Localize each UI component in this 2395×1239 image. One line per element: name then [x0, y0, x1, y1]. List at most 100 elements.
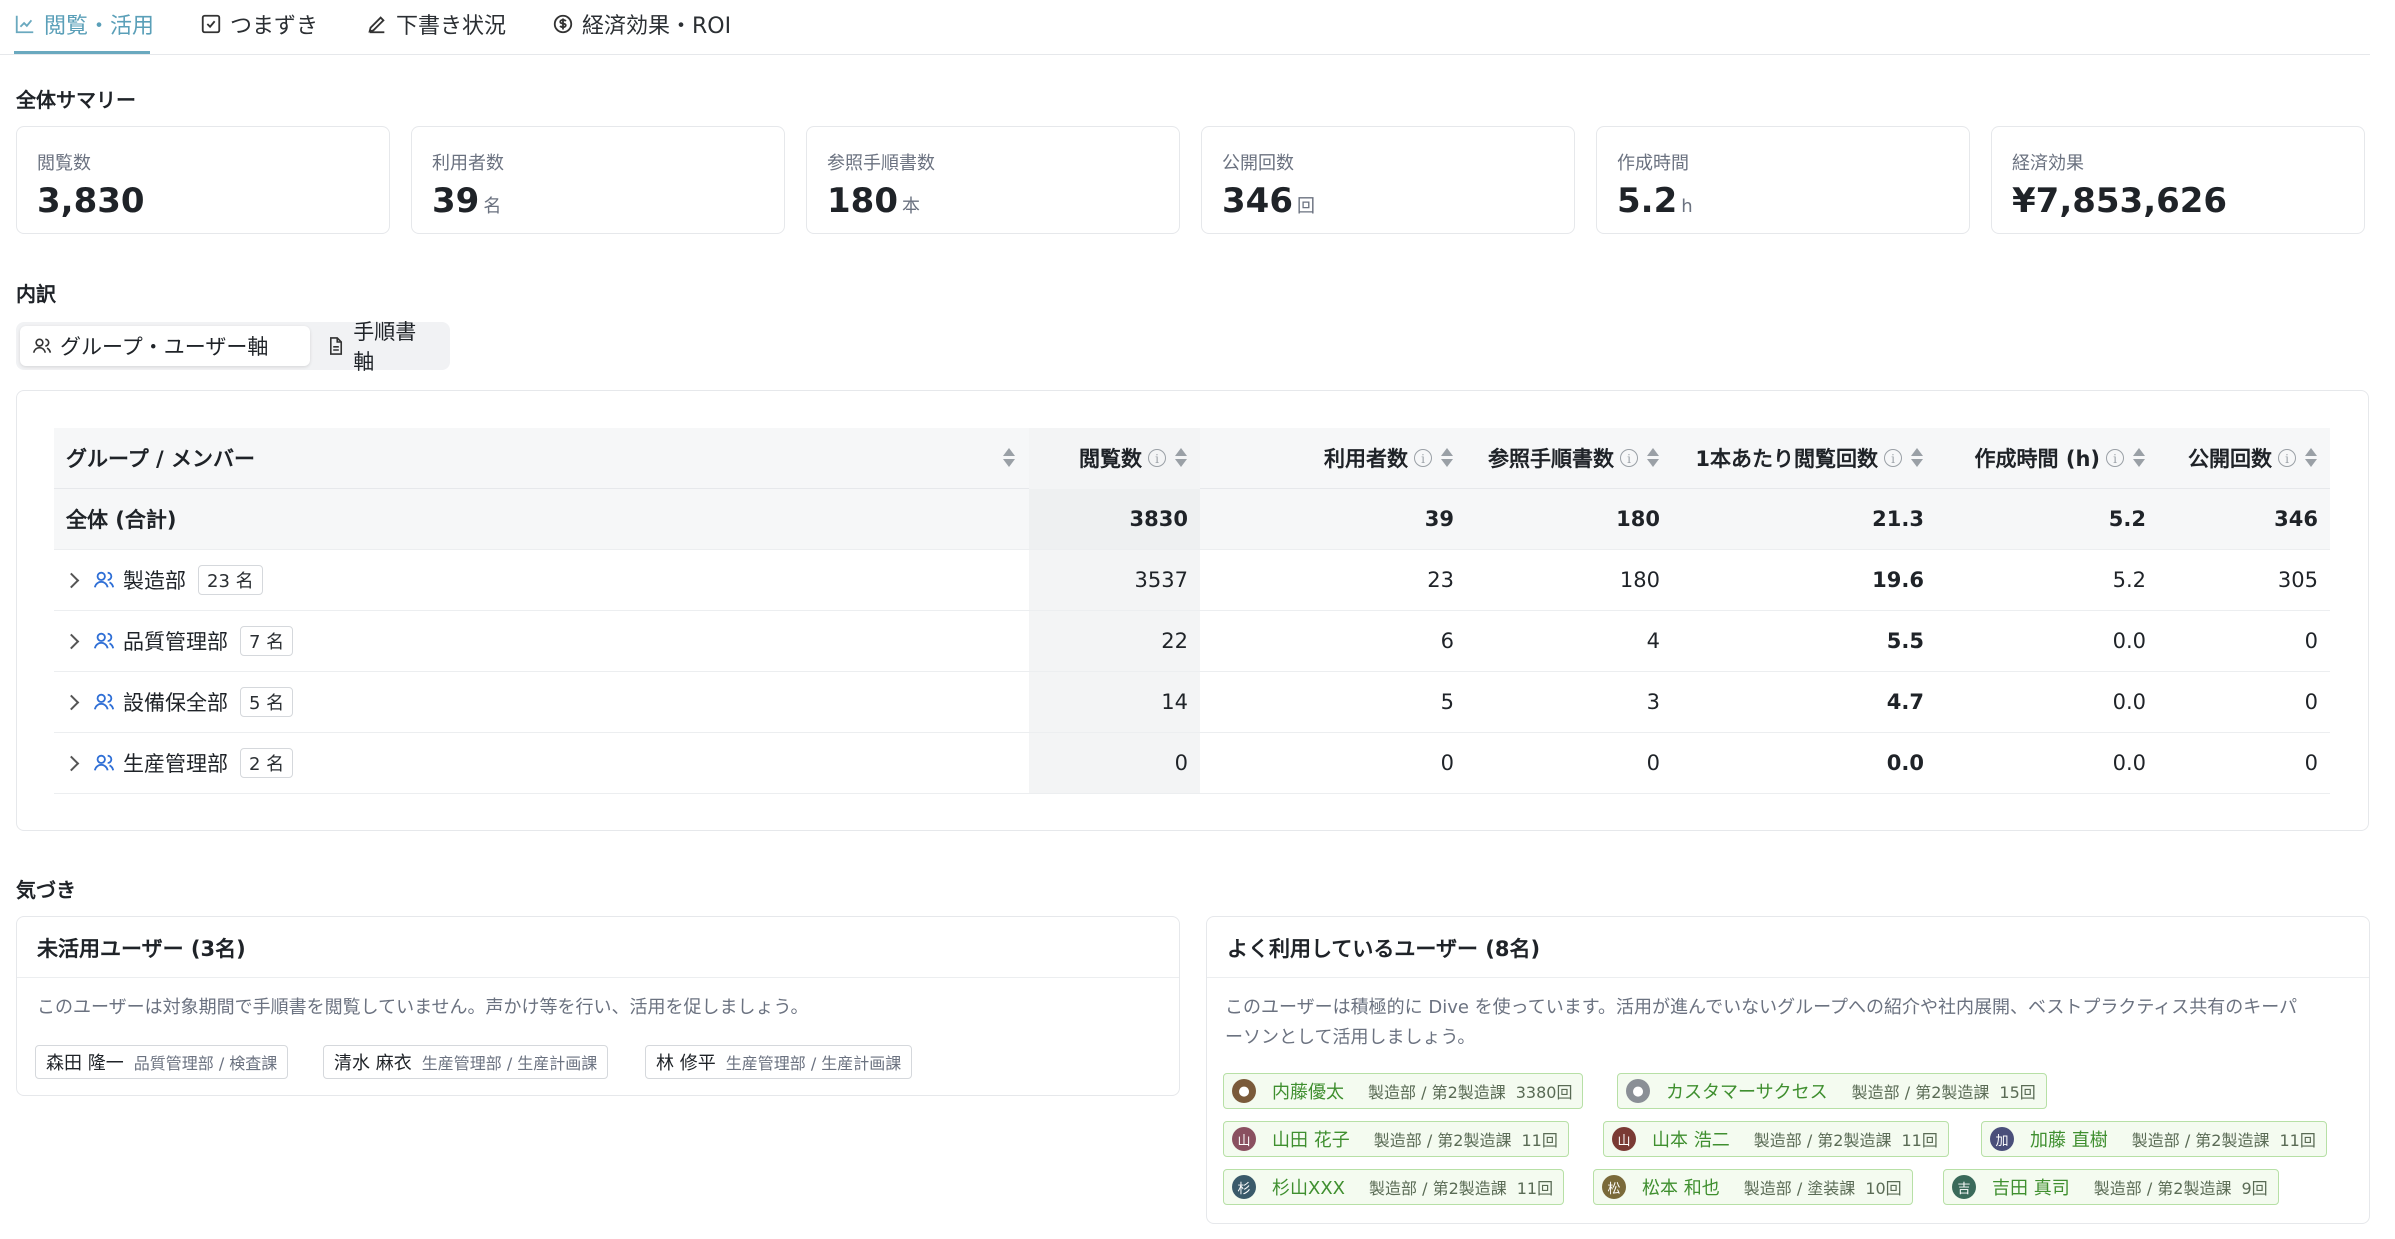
sort-icon[interactable] [1174, 447, 1188, 469]
tab-economic-roi[interactable]: 経済効果・ROI [552, 4, 731, 44]
group-name: 品質管理部 [123, 630, 228, 654]
users-icon [93, 754, 115, 771]
chevron-right-icon[interactable] [63, 633, 80, 649]
users-value: 5 [1440, 690, 1454, 714]
panel-title: 未活用ユーザー (3名) [37, 937, 246, 961]
avatar: 加 [1990, 1127, 2014, 1151]
sort-icon[interactable] [2132, 447, 2146, 469]
col-header-per-doc[interactable]: 1本あたり閲覧回数 i [1676, 428, 1924, 488]
group-cell[interactable]: 製造部 23 名 [63, 550, 263, 610]
axis-toggle: グループ・ユーザー軸 手順書軸 [16, 320, 450, 374]
info-icon[interactable]: i [2278, 449, 2296, 467]
user-chip[interactable]: ● カスタマーサクセス 製造部 / 第2製造課 15回 [1617, 1073, 2047, 1109]
chevron-right-icon[interactable] [63, 694, 80, 710]
user-chip[interactable]: 山 山本 浩二 製造部 / 第2製造課 11回 [1603, 1121, 1949, 1157]
info-icon[interactable]: i [1414, 449, 1432, 467]
card-value: 5.2 h [1617, 181, 1693, 221]
user-chip[interactable]: 山 山田 花子 製造部 / 第2製造課 11回 [1223, 1121, 1569, 1157]
dollar-circle-icon [553, 14, 573, 34]
user-chip[interactable]: 清水 麻衣 生産管理部 / 生産計画課 [323, 1045, 609, 1079]
docs-value: 180 [1619, 568, 1660, 592]
col-header-hours[interactable]: 作成時間 (h) i [1938, 428, 2146, 488]
chevron-right-icon[interactable] [63, 755, 80, 771]
docs-value: 3 [1646, 690, 1660, 714]
per-doc-value: 19.6 [1872, 568, 1924, 592]
col-header-label: 1本あたり閲覧回数 [1695, 447, 1878, 471]
info-icon[interactable]: i [1620, 449, 1638, 467]
total-docs: 180 [1616, 507, 1660, 531]
panel-description: このユーザーは対象期間で手順書を閲覧していません。声かけ等を行い、活用を促しまし… [37, 997, 809, 1018]
col-header-users[interactable]: 利用者数 i [1200, 428, 1454, 488]
sort-icon[interactable] [1002, 447, 1016, 469]
sort-icon[interactable] [2304, 447, 2318, 469]
col-header-views[interactable]: 閲覧数 i [1040, 428, 1188, 488]
member-count-badge: 7 名 [240, 626, 294, 656]
user-chip[interactable]: ● 内藤優太 製造部 / 第2製造課 3380回 [1223, 1073, 1584, 1109]
chevron-right-icon[interactable] [63, 572, 80, 588]
hours-value: 5.2 [2112, 568, 2146, 592]
insights-title: 気づき [16, 878, 76, 902]
info-icon[interactable]: i [1148, 449, 1166, 467]
panel-header: よく利用しているユーザー (8名) [1207, 917, 2369, 978]
users-icon [93, 632, 115, 649]
group-name: 製造部 [123, 569, 186, 593]
avatar: 吉 [1952, 1175, 1976, 1199]
group-cell[interactable]: 生産管理部 2 名 [63, 733, 294, 793]
total-hours: 5.2 [2108, 507, 2146, 531]
users-value: 6 [1440, 629, 1454, 653]
tab-stumbles[interactable]: つまずき [200, 4, 318, 44]
info-icon[interactable]: i [2106, 449, 2124, 467]
summary-title: 全体サマリー [16, 88, 136, 112]
col-header-publishes[interactable]: 公開回数 i [2162, 428, 2318, 488]
col-header-label: 公開回数 [2188, 447, 2272, 471]
users-value: 23 [1427, 568, 1454, 592]
member-count-badge: 23 名 [198, 565, 263, 595]
total-views: 3830 [1129, 507, 1188, 531]
group-cell[interactable]: 設備保全部 5 名 [63, 672, 294, 732]
panel-title: よく利用しているユーザー (8名) [1227, 937, 1541, 961]
sort-icon[interactable] [1910, 447, 1924, 469]
col-header-docs[interactable]: 参照手順書数 i [1462, 428, 1660, 488]
pencil-icon [368, 16, 385, 34]
views-value: 0 [1174, 751, 1188, 775]
active-users-panel: よく利用しているユーザー (8名) このユーザーは積極的に Dive を使ってい… [1206, 916, 2370, 1224]
tab-draft-status[interactable]: 下書き状況 [366, 4, 506, 44]
card-value: 3,830 [37, 181, 145, 221]
card-value: 346 回 [1222, 181, 1315, 221]
group-user-axis-button[interactable]: グループ・ユーザー軸 [20, 326, 310, 366]
hours-value: 0.0 [2112, 690, 2146, 714]
summary-card-users: 利用者数 39 名 [411, 126, 785, 234]
sort-icon[interactable] [1646, 447, 1660, 469]
tab-views-usage[interactable]: 閲覧・活用 [14, 4, 154, 44]
user-chip[interactable]: 杉 杉山XXX 製造部 / 第2製造課 11回 [1223, 1169, 1565, 1205]
card-label: 閲覧数 [37, 153, 91, 174]
summary-card-docs: 参照手順書数 180 本 [806, 126, 1180, 234]
publishes-value: 0 [2304, 690, 2318, 714]
card-label: 参照手順書数 [827, 153, 935, 174]
user-chip[interactable]: 林 修平 生産管理部 / 生産計画課 [645, 1045, 913, 1079]
col-header-label: グループ / メンバー [66, 447, 256, 471]
info-icon[interactable]: i [1884, 449, 1902, 467]
group-cell[interactable]: 品質管理部 7 名 [63, 611, 294, 671]
user-chip[interactable]: 松 松本 和也 製造部 / 塗装課 10回 [1593, 1169, 1913, 1205]
views-value: 14 [1161, 690, 1188, 714]
user-chip[interactable]: 加 加藤 直樹 製造部 / 第2製造課 11回 [1981, 1121, 2327, 1157]
hours-value: 0.0 [2112, 629, 2146, 653]
avatar: 杉 [1232, 1175, 1256, 1199]
active-tab-indicator [14, 51, 150, 54]
col-header-label: 参照手順書数 [1488, 447, 1614, 471]
panel-header: 未活用ユーザー (3名) [17, 917, 1179, 978]
publishes-value: 305 [2277, 568, 2318, 592]
col-header-group[interactable]: グループ / メンバー [66, 428, 1016, 488]
document-axis-button[interactable]: 手順書軸 [314, 320, 446, 374]
tab-label: 下書き状況 [396, 14, 507, 39]
document-icon [330, 337, 343, 355]
user-chip[interactable]: 吉 吉田 真司 製造部 / 第2製造課 9回 [1943, 1169, 2279, 1205]
per-doc-value: 4.7 [1886, 690, 1924, 714]
users-icon [32, 338, 52, 353]
sort-icon[interactable] [1440, 447, 1454, 469]
checkbox-icon [201, 14, 221, 34]
toggle-label: 手順書軸 [353, 320, 417, 374]
user-chip[interactable]: 森田 隆一 品質管理部 / 検査課 [35, 1045, 289, 1079]
docs-value: 4 [1646, 629, 1660, 653]
